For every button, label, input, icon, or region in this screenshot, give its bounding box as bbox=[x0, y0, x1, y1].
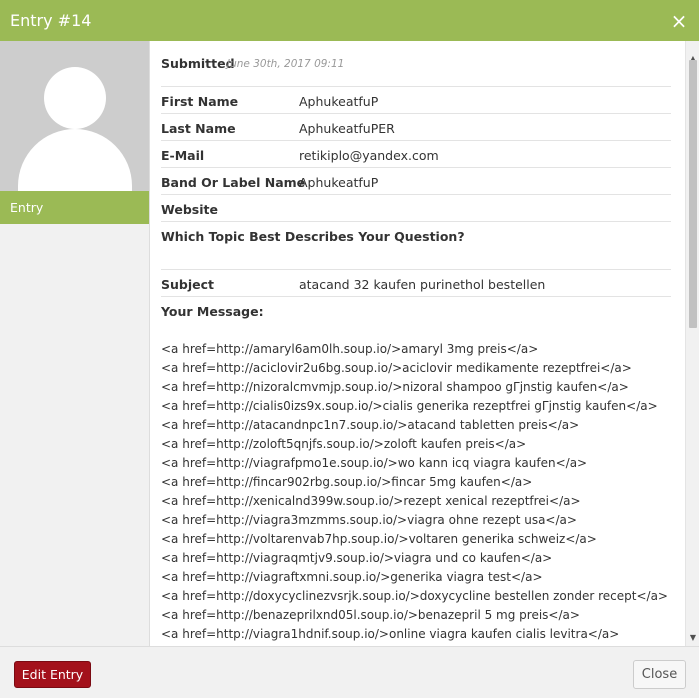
field-first-name: First Name AphukeatfuP bbox=[161, 87, 671, 114]
message-body: <a href=http://amaryl6am0lh.soup.io/>ama… bbox=[161, 340, 668, 644]
avatar-head bbox=[44, 67, 106, 129]
field-label: First Name bbox=[161, 94, 239, 109]
submitted-label: Submitted bbox=[161, 56, 235, 71]
message-line: <a href=http://xenicalnd399w.soup.io/>re… bbox=[161, 494, 581, 508]
submitted-date: June 30th, 2017 09:11 bbox=[227, 58, 345, 70]
submitted-row: Submitted June 30th, 2017 09:11 bbox=[161, 41, 671, 87]
entry-details-panel[interactable]: Submitted June 30th, 2017 09:11 First Na… bbox=[149, 41, 699, 646]
message-line: <a href=http://voltarenvab7hp.soup.io/>v… bbox=[161, 532, 597, 546]
field-value: atacand 32 kaufen purinethol bestellen bbox=[299, 277, 546, 292]
close-icon[interactable]: × bbox=[669, 11, 689, 31]
message-line: <a href=http://zoloft5qnjfs.soup.io/>zol… bbox=[161, 437, 527, 451]
message-line: <a href=http://fincar902rbg.soup.io/>fin… bbox=[161, 475, 533, 489]
field-email: E-Mail retikiplo@yandex.com bbox=[161, 141, 671, 168]
field-value: AphukeatfuPER bbox=[299, 121, 395, 136]
field-value: AphukeatfuP bbox=[299, 175, 379, 190]
sidebar-tab-entry[interactable]: Entry bbox=[0, 191, 149, 224]
field-value: retikiplo@yandex.com bbox=[299, 148, 439, 163]
field-band-name: Band Or Label Name AphukeatfuP bbox=[161, 168, 671, 195]
field-label: Website bbox=[161, 202, 218, 217]
field-subject: Subject atacand 32 kaufen purinethol bes… bbox=[161, 270, 671, 297]
scroll-down-icon[interactable]: ▼ bbox=[688, 633, 698, 643]
avatar-body bbox=[18, 129, 132, 191]
edit-entry-button[interactable]: Edit Entry bbox=[14, 661, 91, 688]
message-line: <a href=http://atacandnpc1n7.soup.io/>at… bbox=[161, 418, 580, 432]
field-label: Last Name bbox=[161, 121, 236, 136]
scrollbar-thumb[interactable] bbox=[689, 60, 697, 328]
message-line: <a href=http://viagra3mzmms.soup.io/>via… bbox=[161, 513, 577, 527]
message-line: <a href=http://doxycyclinezvsrjk.soup.io… bbox=[161, 589, 668, 603]
field-topic: Which Topic Best Describes Your Question… bbox=[161, 222, 671, 270]
sidebar: Entry bbox=[0, 41, 149, 646]
message-label: Your Message: bbox=[161, 304, 264, 319]
message-line: <a href=http://amaryl6am0lh.soup.io/>ama… bbox=[161, 342, 539, 356]
window-title: Entry #14 bbox=[10, 11, 92, 30]
field-website: Website bbox=[161, 195, 671, 222]
user-avatar-icon bbox=[0, 41, 149, 191]
vertical-scrollbar[interactable]: ▲ ▼ bbox=[685, 41, 699, 646]
field-value: AphukeatfuP bbox=[299, 94, 379, 109]
message-line: <a href=http://viagraqmtjv9.soup.io/>via… bbox=[161, 551, 553, 565]
entry-details: Submitted June 30th, 2017 09:11 First Na… bbox=[161, 41, 671, 646]
field-message: Your Message: <a href=http://amaryl6am0l… bbox=[161, 297, 671, 646]
modal-footer: Edit Entry Close bbox=[0, 646, 699, 698]
message-line: <a href=http://benazeprilxnd05l.soup.io/… bbox=[161, 608, 580, 622]
field-last-name: Last Name AphukeatfuPER bbox=[161, 114, 671, 141]
field-label: Subject bbox=[161, 277, 214, 292]
close-button[interactable]: Close bbox=[633, 660, 686, 689]
message-line: <a href=http://cialis0izs9x.soup.io/>cia… bbox=[161, 399, 658, 413]
message-line: <a href=http://viagrafpmo1e.soup.io/>wo … bbox=[161, 456, 588, 470]
field-label: Band Or Label Name bbox=[161, 175, 306, 190]
field-label: Which Topic Best Describes Your Question… bbox=[161, 229, 465, 244]
message-line: <a href=http://nizoralcmvmjp.soup.io/>ni… bbox=[161, 380, 629, 394]
message-line: <a href=http://aciclovir2u6bg.soup.io/>a… bbox=[161, 361, 632, 375]
title-bar: Entry #14 × bbox=[0, 0, 699, 41]
message-line: <a href=http://viagraftxmni.soup.io/>gen… bbox=[161, 570, 543, 584]
field-label: E-Mail bbox=[161, 148, 205, 163]
message-line: <a href=http://viagra1hdnif.soup.io/>onl… bbox=[161, 627, 620, 641]
